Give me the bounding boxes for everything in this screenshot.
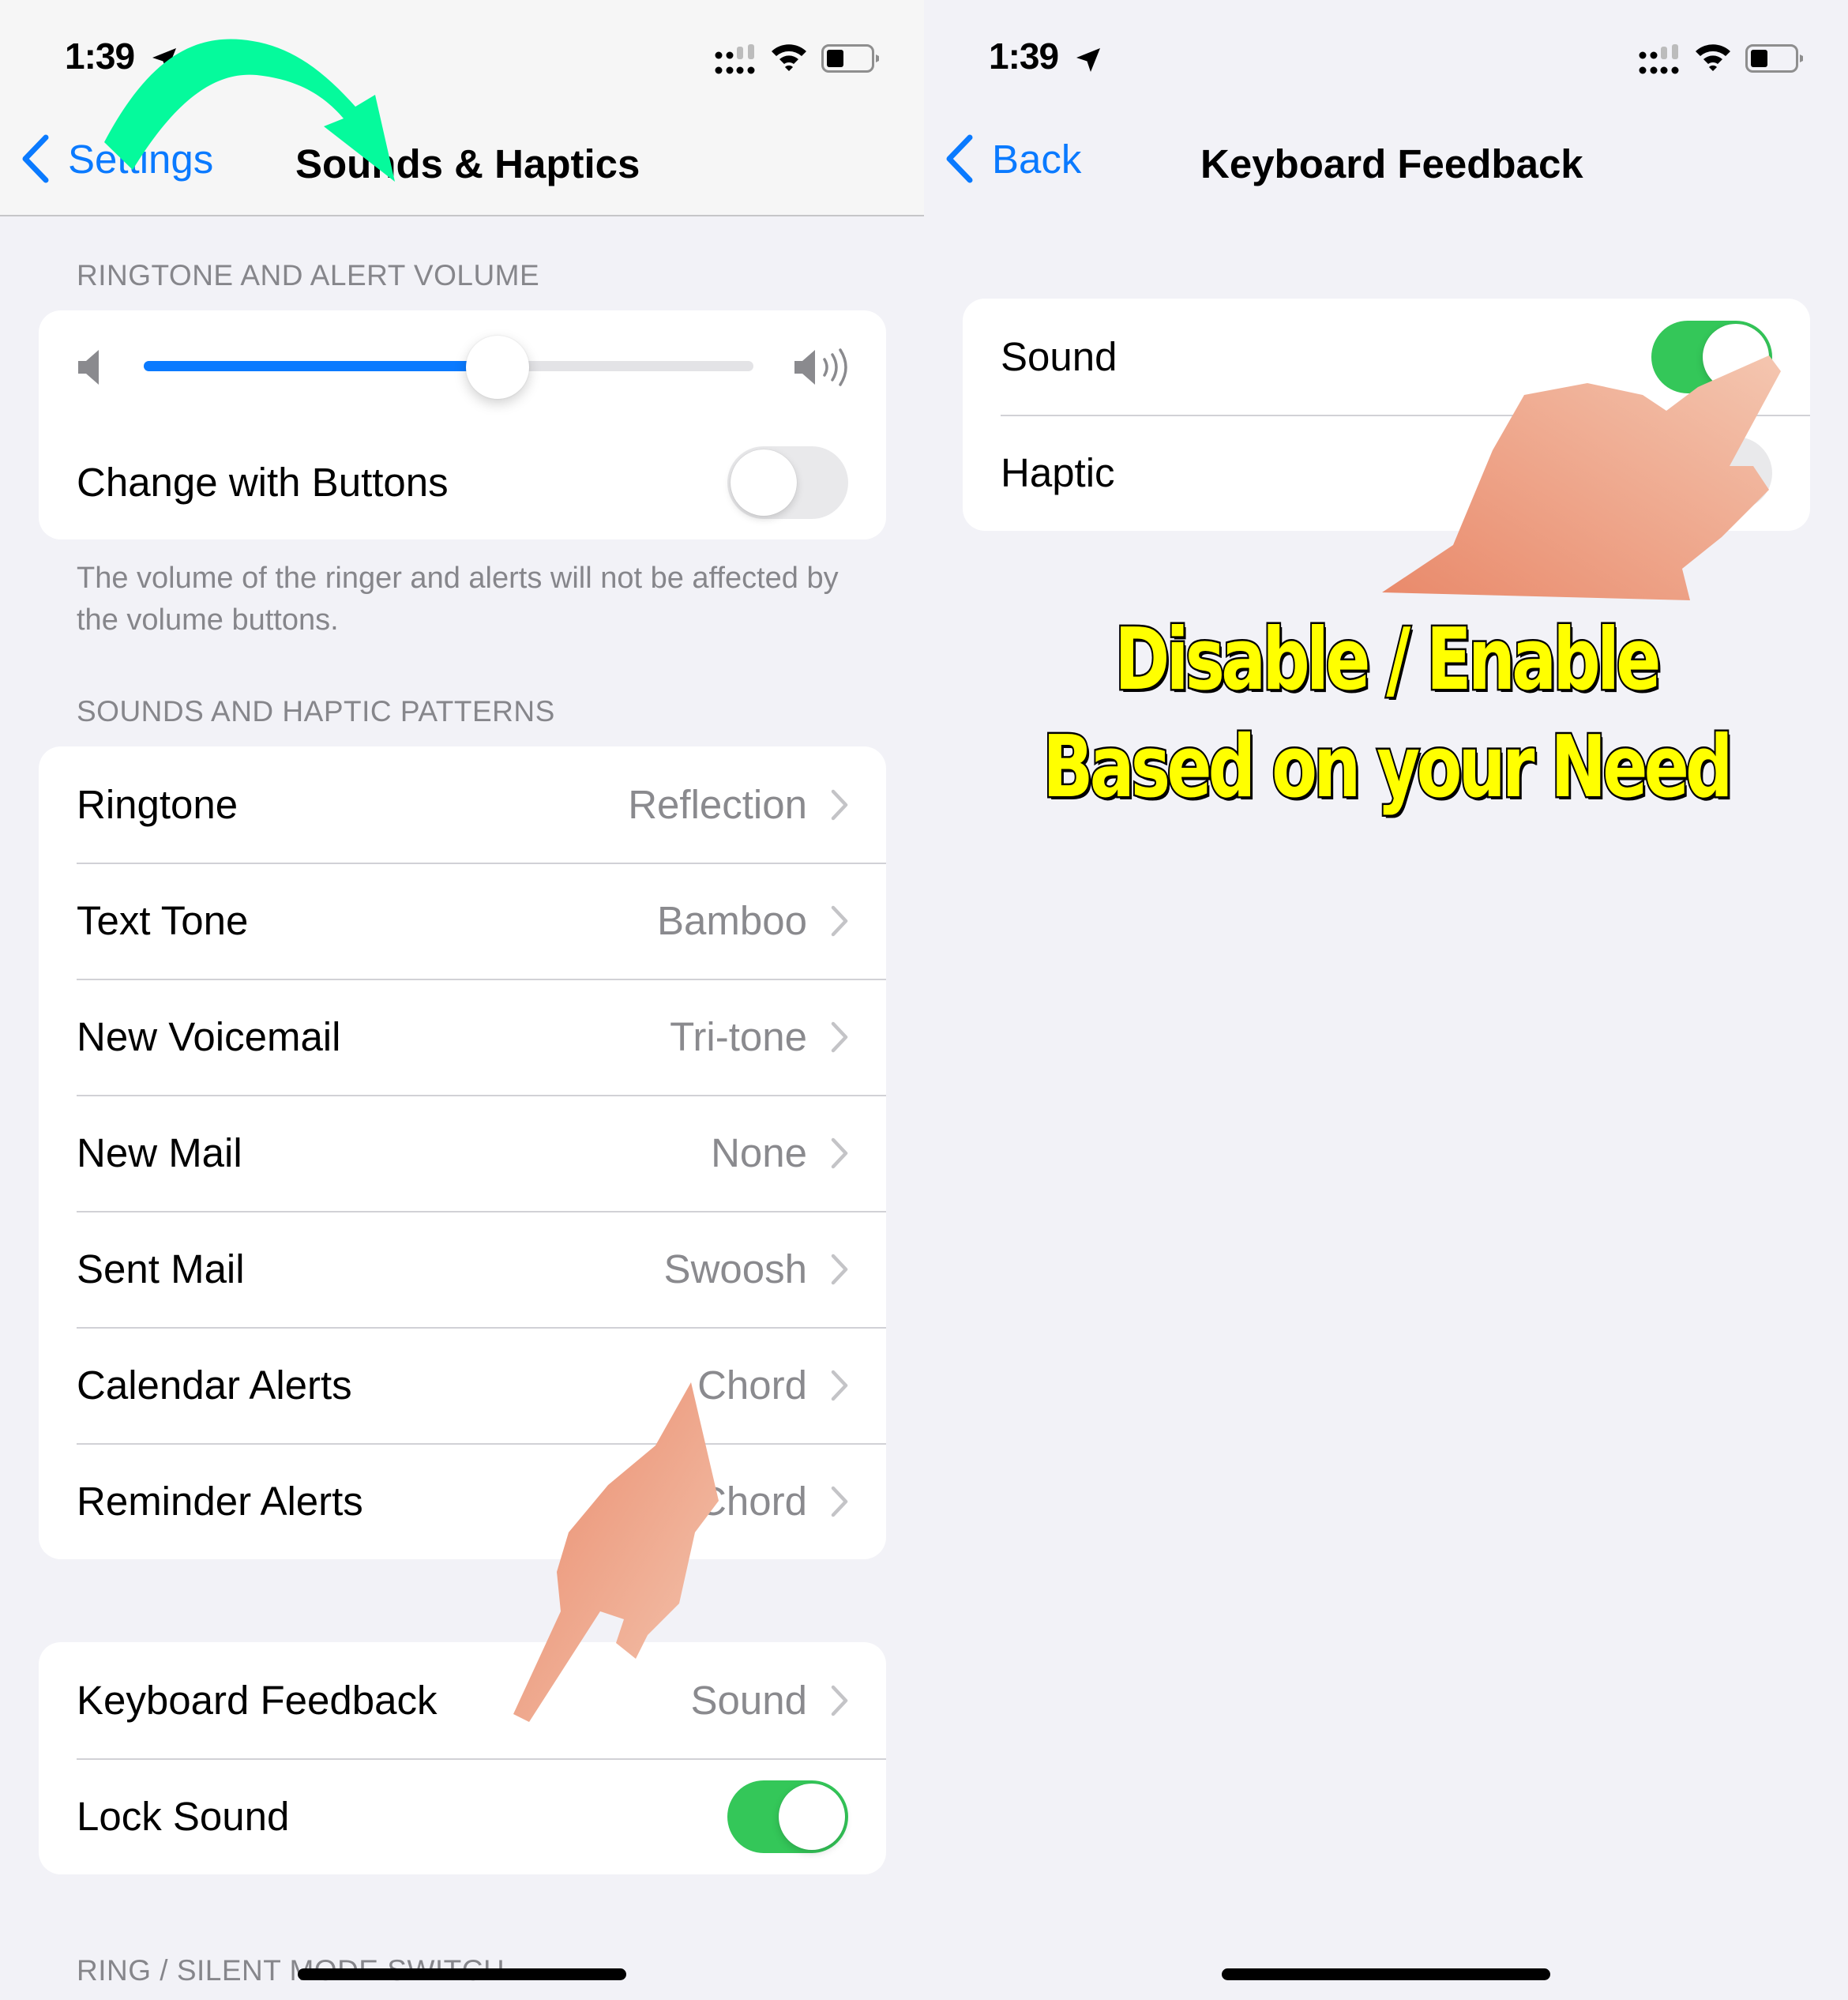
list-item-keyboard-feedback[interactable]: Keyboard Feedback Sound <box>39 1642 886 1758</box>
location-arrow-icon <box>152 48 176 72</box>
list-item-reminder-alerts[interactable]: Reminder Alerts Chord <box>39 1443 886 1559</box>
lock-sound-toggle[interactable] <box>727 1780 848 1853</box>
row-label: Sound <box>1001 334 1117 379</box>
section-header-patterns: SOUNDS AND HAPTIC PATTERNS <box>77 695 555 727</box>
row-value: Swoosh <box>663 1246 807 1291</box>
row-value: Chord <box>697 1363 807 1408</box>
change-with-buttons-toggle[interactable] <box>727 445 848 519</box>
toggle-knob <box>731 449 797 516</box>
page-title: Keyboard Feedback <box>1200 141 1583 186</box>
volume-slider-row <box>39 310 886 425</box>
battery-icon <box>821 44 879 73</box>
sounds-haptics-screen: 1:39 Settings Sounds & Haptics RINGTONE … <box>0 0 924 2000</box>
chevron-right-icon <box>831 789 848 820</box>
change-with-buttons-row: Change with Buttons <box>39 425 886 539</box>
chevron-right-icon <box>831 1137 848 1168</box>
nav-bar: 1:39 Back Keyboard Feedback <box>924 0 1848 216</box>
row-value: Bamboo <box>657 898 807 943</box>
row-label: New Voicemail <box>77 1014 341 1059</box>
sound-row: Sound <box>963 299 1810 415</box>
row-label: Sent Mail <box>77 1246 245 1291</box>
system-sounds-card: Keyboard Feedback Sound Lock Sound <box>39 1642 886 1874</box>
row-value: Sound <box>690 1678 807 1723</box>
row-label: Text Tone <box>77 898 249 943</box>
sound-toggle[interactable] <box>1651 320 1772 393</box>
toggle-knob <box>779 1783 845 1850</box>
row-label: Lock Sound <box>77 1794 290 1839</box>
list-item-ringtone[interactable]: Ringtone Reflection <box>39 746 886 863</box>
speaker-high-icon <box>794 348 847 386</box>
haptic-toggle[interactable] <box>1651 436 1772 509</box>
row-value: Reflection <box>628 782 807 827</box>
volume-footer-note: The volume of the ringer and alerts will… <box>77 562 839 637</box>
row-label: New Mail <box>77 1130 242 1175</box>
speaker-low-icon <box>78 350 99 385</box>
chevron-right-icon <box>831 1254 848 1284</box>
section-header-volume: RINGTONE AND ALERT VOLUME <box>77 259 540 291</box>
battery-icon <box>1745 44 1803 73</box>
row-label: Change with Buttons <box>77 460 449 505</box>
toggle-knob <box>1703 323 1769 390</box>
lock-sound-row: Lock Sound <box>39 1758 886 1874</box>
patterns-card: Ringtone Reflection Text Tone Bamboo New… <box>39 746 886 1559</box>
haptic-row: Haptic <box>963 415 1810 531</box>
status-time: 1:39 <box>65 36 135 77</box>
volume-slider-thumb[interactable] <box>465 336 529 399</box>
row-label: Keyboard Feedback <box>77 1678 438 1723</box>
volume-card: Change with Buttons <box>39 310 886 539</box>
chevron-right-icon <box>831 1486 848 1517</box>
chevron-right-icon <box>831 1370 848 1400</box>
volume-slider-fill <box>144 361 498 371</box>
list-item-new-mail[interactable]: New Mail None <box>39 1095 886 1211</box>
row-label: Reminder Alerts <box>77 1479 363 1524</box>
row-value: None <box>711 1130 807 1175</box>
list-item-calendar-alerts[interactable]: Calendar Alerts Chord <box>39 1327 886 1443</box>
annotation-caption-line1: Disable / Enable <box>1113 611 1662 709</box>
keyboard-feedback-screen: 1:39 Back Keyboard Feedback Sound Haptic… <box>924 0 1848 2000</box>
row-label: Ringtone <box>77 782 239 827</box>
toggle-knob <box>1655 439 1721 506</box>
signal-icon <box>1639 44 1679 74</box>
chevron-right-icon <box>831 905 848 936</box>
page-title: Sounds & Haptics <box>295 141 640 186</box>
chevron-right-icon <box>831 1685 848 1716</box>
row-value: Chord <box>697 1479 807 1524</box>
list-item-text-tone[interactable]: Text Tone Bamboo <box>39 863 886 979</box>
nav-bar: 1:39 Settings Sounds & Haptics <box>0 0 924 216</box>
home-indicator[interactable] <box>1222 1968 1550 1980</box>
wifi-icon <box>1696 44 1730 71</box>
annotation-caption-line2: Based on your Need <box>1041 718 1734 817</box>
status-time: 1:39 <box>989 36 1059 77</box>
home-indicator[interactable] <box>298 1968 626 1980</box>
row-value: Tri-tone <box>670 1014 807 1059</box>
chevron-right-icon <box>831 1021 848 1052</box>
wifi-icon <box>772 44 806 71</box>
row-label: Haptic <box>1001 450 1115 495</box>
signal-icon <box>715 44 755 74</box>
list-item-new-voicemail[interactable]: New Voicemail Tri-tone <box>39 979 886 1095</box>
list-item-sent-mail[interactable]: Sent Mail Swoosh <box>39 1211 886 1327</box>
keyboard-feedback-card: Sound Haptic <box>963 299 1810 531</box>
volume-slider[interactable] <box>144 336 753 399</box>
location-arrow-icon <box>1076 48 1100 72</box>
row-label: Calendar Alerts <box>77 1363 352 1408</box>
